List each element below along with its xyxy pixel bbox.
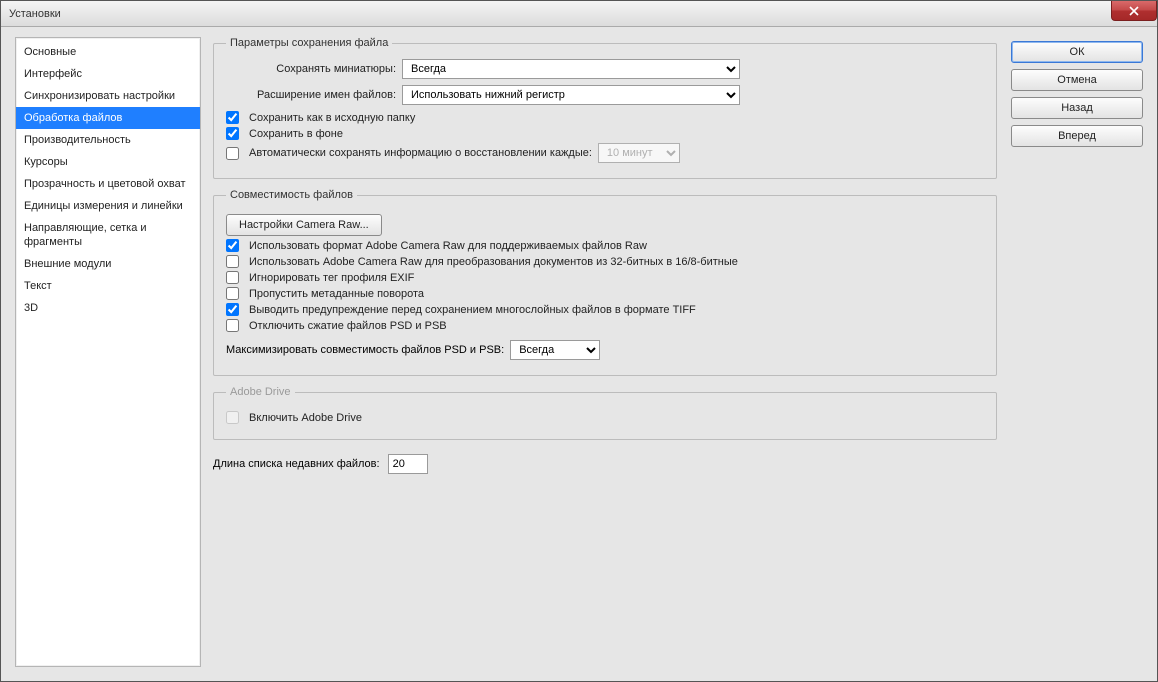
disable-psd-compress-checkbox[interactable] xyxy=(226,319,239,332)
auto-save-interval-select: 10 минут xyxy=(598,143,680,163)
sidebar-item-plugins[interactable]: Внешние модули xyxy=(16,253,200,275)
category-sidebar: Основные Интерфейс Синхронизировать наст… xyxy=(15,37,201,667)
save-original-folder-checkbox[interactable] xyxy=(226,111,239,124)
ignore-exif-checkbox[interactable] xyxy=(226,271,239,284)
camera-raw-settings-button[interactable]: Настройки Camera Raw... xyxy=(226,214,382,236)
extension-label: Расширение имен файлов: xyxy=(226,89,396,101)
use-acr-convert-checkbox[interactable] xyxy=(226,255,239,268)
sidebar-item-performance[interactable]: Производительность xyxy=(16,129,200,151)
sidebar-item-guides[interactable]: Направляющие, сетка и фрагменты xyxy=(16,217,200,253)
back-button[interactable]: Назад xyxy=(1011,97,1143,119)
save-original-folder-label[interactable]: Сохранить как в исходную папку xyxy=(249,112,415,124)
group-file-compat-legend: Совместимость файлов xyxy=(226,189,357,201)
save-background-checkbox[interactable] xyxy=(226,127,239,140)
extension-select[interactable]: Использовать нижний регистр xyxy=(402,85,740,105)
warn-tiff-label[interactable]: Выводить предупреждение перед сохранение… xyxy=(249,304,696,316)
use-acr-raw-label[interactable]: Использовать формат Adobe Camera Raw для… xyxy=(249,240,647,252)
skip-rotation-label[interactable]: Пропустить метаданные поворота xyxy=(249,288,424,300)
content-area: Основные Интерфейс Синхронизировать наст… xyxy=(1,27,1157,681)
use-acr-raw-checkbox[interactable] xyxy=(226,239,239,252)
auto-save-label[interactable]: Автоматически сохранять информацию о вос… xyxy=(249,147,592,159)
dialog-buttons: ОК Отмена Назад Вперед xyxy=(1011,37,1143,667)
enable-drive-label: Включить Adobe Drive xyxy=(249,412,362,424)
recent-files-label: Длина списка недавних файлов: xyxy=(213,458,380,470)
sidebar-item-general[interactable]: Основные xyxy=(16,41,200,63)
warn-tiff-checkbox[interactable] xyxy=(226,303,239,316)
sidebar-item-cursors[interactable]: Курсоры xyxy=(16,151,200,173)
enable-drive-checkbox xyxy=(226,411,239,424)
group-adobe-drive-legend: Adobe Drive xyxy=(226,386,295,398)
maximize-compat-select[interactable]: Всегда xyxy=(510,340,600,360)
forward-button[interactable]: Вперед xyxy=(1011,125,1143,147)
recent-files-row: Длина списка недавних файлов: xyxy=(213,454,997,474)
group-adobe-drive: Adobe Drive Включить Adobe Drive xyxy=(213,386,997,440)
sidebar-item-transparency[interactable]: Прозрачность и цветовой охват xyxy=(16,173,200,195)
sidebar-item-file-handling[interactable]: Обработка файлов xyxy=(16,107,200,129)
settings-column: Параметры сохранения файла Сохранять мин… xyxy=(213,37,997,667)
sidebar-item-text[interactable]: Текст xyxy=(16,275,200,297)
thumbnails-select[interactable]: Всегда xyxy=(402,59,740,79)
titlebar: Установки xyxy=(1,1,1157,27)
skip-rotation-checkbox[interactable] xyxy=(226,287,239,300)
group-file-save-legend: Параметры сохранения файла xyxy=(226,37,392,49)
auto-save-checkbox[interactable] xyxy=(226,147,239,160)
close-button[interactable] xyxy=(1111,1,1157,21)
sidebar-item-interface[interactable]: Интерфейс xyxy=(16,63,200,85)
save-background-label[interactable]: Сохранить в фоне xyxy=(249,128,343,140)
preferences-window: Установки Основные Интерфейс Синхронизир… xyxy=(0,0,1158,682)
group-file-save: Параметры сохранения файла Сохранять мин… xyxy=(213,37,997,179)
group-file-compat: Совместимость файлов Настройки Camera Ra… xyxy=(213,189,997,376)
sidebar-item-units[interactable]: Единицы измерения и линейки xyxy=(16,195,200,217)
close-icon xyxy=(1129,6,1139,16)
thumbnails-label: Сохранять миниатюры: xyxy=(226,63,396,75)
sidebar-item-3d[interactable]: 3D xyxy=(16,297,200,319)
window-title: Установки xyxy=(9,8,61,20)
main-area: Параметры сохранения файла Сохранять мин… xyxy=(213,37,1143,667)
ignore-exif-label[interactable]: Игнорировать тег профиля EXIF xyxy=(249,272,414,284)
sidebar-item-sync-settings[interactable]: Синхронизировать настройки xyxy=(16,85,200,107)
cancel-button[interactable]: Отмена xyxy=(1011,69,1143,91)
disable-psd-compress-label[interactable]: Отключить сжатие файлов PSD и PSB xyxy=(249,320,447,332)
maximize-compat-label: Максимизировать совместимость файлов PSD… xyxy=(226,344,504,356)
use-acr-convert-label[interactable]: Использовать Adobe Camera Raw для преобр… xyxy=(249,256,738,268)
recent-files-input[interactable] xyxy=(388,454,428,474)
ok-button[interactable]: ОК xyxy=(1011,41,1143,63)
